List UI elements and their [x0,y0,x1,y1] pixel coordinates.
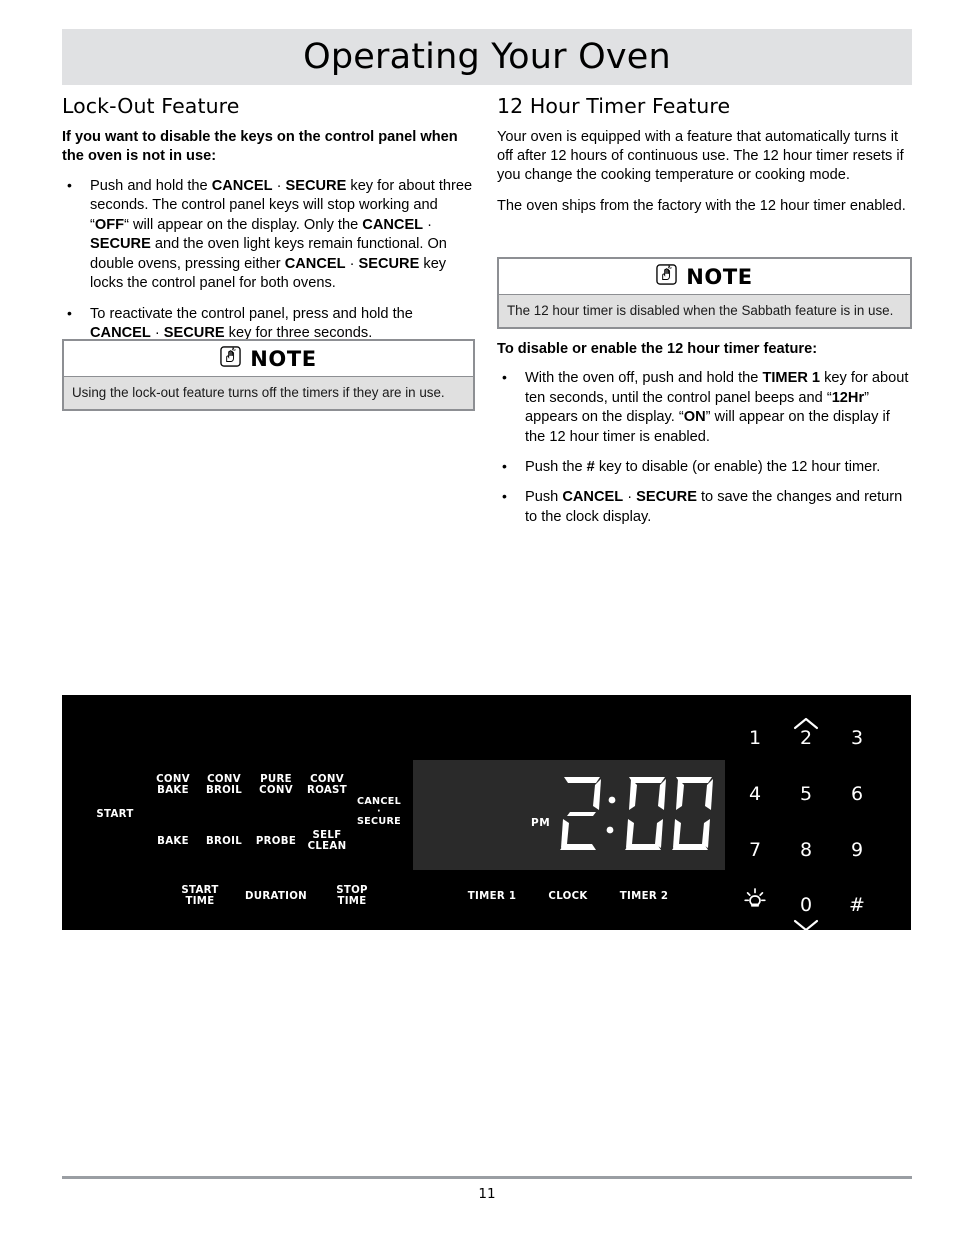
panel-key-conv-bake: CONV BAKE [156,774,190,796]
list-item: To reactivate the control panel, press a… [62,304,477,344]
panel-key-conv-broil: CONV BROIL [205,774,243,796]
keypad-key-5: 5 [799,783,813,805]
keypad-key-6: 6 [850,783,864,805]
note-title: NOTE [250,346,317,371]
panel-key-start-time: START TIME [181,885,219,907]
panel-key-probe: PROBE [255,836,297,847]
display-time [556,774,716,861]
keypad-key-hash: # [849,894,865,916]
note-header: NOTE [64,341,473,377]
footer-divider [62,1176,912,1179]
pointing-hand-icon [220,345,241,372]
panel-key-conv-roast: CONV ROAST [307,774,347,796]
note-box-lockout: NOTE Using the lock-out feature turns of… [62,339,475,412]
left-column: Lock-Out Feature If you want to disable … [62,94,477,349]
note-box-12hour: NOTE The 12 hour timer is disabled when … [497,257,912,330]
right-paragraph-2: The oven ships from the factory with the… [497,197,906,214]
left-lead-paragraph: If you want to disable the keys on the c… [62,128,458,164]
list-item: Push CANCEL · SECURE to save the changes… [497,487,912,527]
list-item: Push the # key to disable (or enable) th… [497,457,912,477]
list-item-text: With the oven off, push and hold the TIM… [525,370,909,445]
panel-key-pure-conv: PURE CONV [259,774,293,796]
right-column: 12 Hour Timer Feature Your oven is equip… [497,94,912,227]
note-body: Using the lock-out feature turns off the… [64,377,473,410]
note-header: NOTE [499,259,910,295]
panel-key-duration: DURATION [245,891,307,902]
note-body: The 12 hour timer is disabled when the S… [499,295,910,328]
note-title: NOTE [686,264,753,289]
page-title: Operating Your Oven [303,37,671,77]
left-section-title: Lock-Out Feature [62,94,240,118]
keypad-key-3: 3 [850,727,864,749]
keypad-key-8: 8 [799,839,813,861]
keypad-key-7: 7 [748,839,762,861]
list-item: Push and hold the CANCEL · SECURE key fo… [62,176,477,293]
keypad-key-9: 9 [850,839,864,861]
right-bullet-list: With the oven off, push and hold the TIM… [497,368,912,527]
page-number: 11 [478,1186,496,1202]
panel-key-stop-time: STOP TIME [336,885,368,907]
oven-display-window: PM [413,760,725,870]
chevron-up-icon [793,717,819,735]
page-header-band: Operating Your Oven [62,29,912,85]
chevron-down-icon [793,919,819,930]
right-paragraph-1: Your oven is equipped with a feature tha… [497,128,904,184]
panel-key-clock: CLOCK [548,891,588,902]
list-item: With the oven off, push and hold the TIM… [497,368,912,447]
list-item-text: Push CANCEL · SECURE to save the changes… [525,489,903,525]
panel-key-bake: BAKE [157,836,189,847]
lightbulb-icon [741,887,769,920]
right-section-title: 12 Hour Timer Feature [497,94,731,118]
panel-key-start: START [96,809,134,820]
panel-key-timer-2: TIMER 2 [619,891,669,902]
right-column-continued: To disable or enable the 12 hour timer f… [497,340,912,533]
panel-key-cancel-secure: CANCEL · SECURE [356,796,402,828]
pointing-hand-icon [656,263,677,290]
panel-key-timer-1: TIMER 1 [467,891,517,902]
panel-key-self-clean: SELF CLEAN [307,830,347,852]
keypad-key-0: 0 [799,894,813,916]
keypad-key-1: 1 [748,727,762,749]
panel-key-broil: BROIL [205,836,243,847]
oven-control-panel-illustration: START CONV BAKE CONV BROIL PURE CONV CON… [62,695,911,930]
display-meridiem: PM [531,817,551,829]
list-item-text: To reactivate the control panel, press a… [90,305,413,341]
list-item-text: Push and hold the CANCEL · SECURE key fo… [90,178,473,292]
right-sub-head: To disable or enable the 12 hour timer f… [497,341,818,357]
keypad-key-4: 4 [748,783,762,805]
left-bullet-list: Push and hold the CANCEL · SECURE key fo… [62,176,477,344]
list-item-text: Push the # key to disable (or enable) th… [525,459,881,476]
